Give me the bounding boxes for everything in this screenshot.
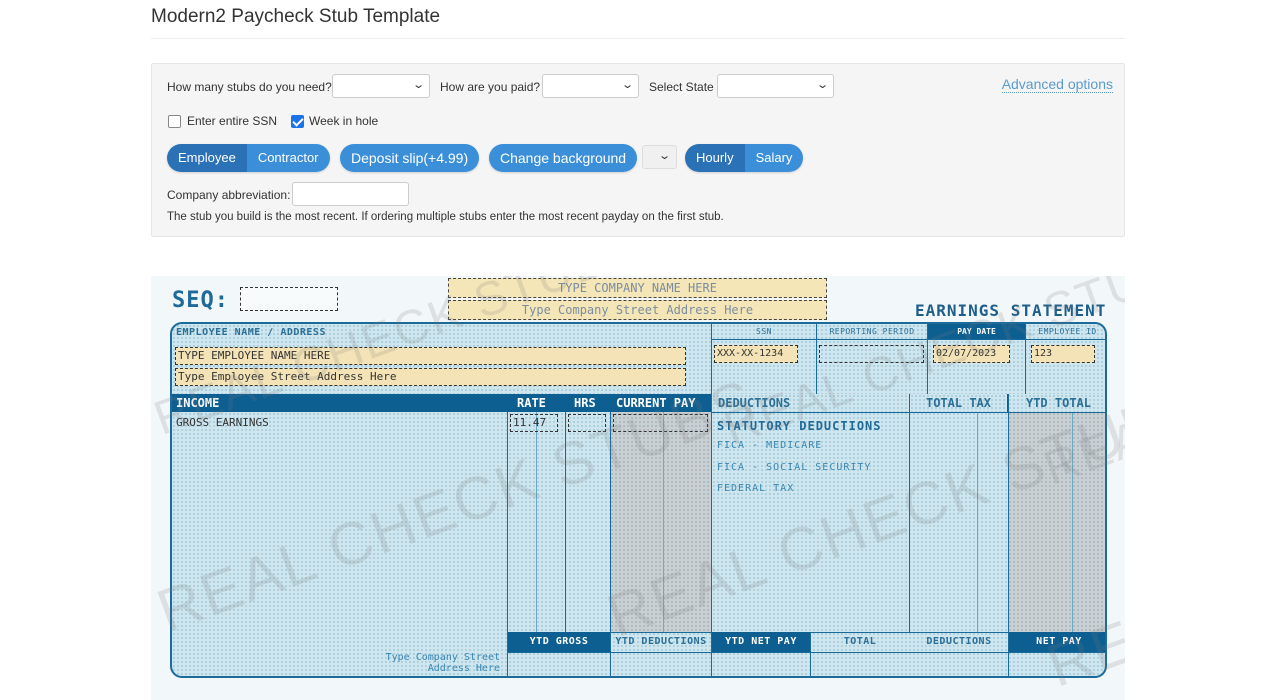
chevron-down-icon: ⌄: [657, 150, 671, 162]
divider: [663, 412, 664, 632]
rate-header: RATE: [517, 396, 546, 410]
income-header: INCOME: [176, 396, 220, 410]
ytd-deductions-header: YTD DEDUCTIONS: [615, 636, 707, 647]
footer-address-line: Address Here: [427, 663, 500, 674]
chevron-down-icon: ⌄: [411, 79, 425, 91]
divider: [536, 412, 537, 632]
employee-section-label: EMPLOYEE NAME / ADDRESS: [176, 327, 326, 338]
ssn-header: SSN: [756, 327, 772, 336]
current-pay-header: CURRENT PAY: [616, 396, 696, 410]
chevron-down-icon: ⌄: [620, 79, 634, 91]
ssn-input[interactable]: XXX-XX-1234: [714, 345, 798, 363]
hourly-button[interactable]: Hourly: [685, 144, 745, 172]
deduction-item: FEDERAL TAX: [717, 483, 795, 494]
company-address-input[interactable]: Type Company Street Address Here: [448, 300, 827, 320]
info-note: The stub you build is the most recent. I…: [167, 211, 724, 223]
page-title: Modern2 Paycheck Stub Template: [151, 6, 441, 27]
chevron-down-icon: ⌄: [815, 79, 829, 91]
enter-ssn-checkbox[interactable]: [168, 115, 181, 128]
divider: [711, 339, 1105, 340]
stub-frame: EMPLOYEE NAME / ADDRESS TYPE EMPLOYEE NA…: [170, 322, 1107, 678]
ytd-net-pay-header: YTD NET PAY: [712, 632, 810, 652]
divider: [977, 412, 978, 632]
pay-type-toggle: Hourly Salary: [685, 144, 804, 172]
reporting-period-input[interactable]: [819, 345, 924, 363]
change-background-button[interactable]: Change background: [489, 144, 638, 172]
divider: [1072, 412, 1073, 632]
deposit-slip-button[interactable]: Deposit slip(+4.99): [340, 144, 480, 172]
pay-date-header: PAY DATE: [928, 324, 1025, 339]
pay-method-select[interactable]: ⌄: [542, 74, 639, 98]
salary-button[interactable]: Salary: [744, 144, 804, 172]
state-label: Select State: [649, 80, 714, 94]
ytd-total-column: [1008, 412, 1105, 632]
week-in-hole-label: Week in hole: [309, 114, 379, 128]
state-select[interactable]: ⌄: [717, 74, 834, 98]
current-pay-input[interactable]: [613, 414, 708, 432]
worker-type-toggle: Employee Contractor: [167, 144, 330, 172]
options-panel: How many stubs do you need? ⌄ How are yo…: [151, 63, 1125, 237]
hrs-header: HRS: [574, 396, 596, 410]
employee-id-header: EMPLOYEE ID: [1038, 327, 1097, 336]
gross-earnings-label: GROSS EARNINGS: [176, 416, 269, 429]
employee-button[interactable]: Employee: [167, 144, 247, 172]
deductions-footer-header: DEDUCTIONS: [926, 636, 992, 647]
ytd-total-header: YTD TOTAL: [1008, 394, 1105, 412]
hours-input[interactable]: [568, 414, 606, 432]
employee-name-input[interactable]: TYPE EMPLOYEE NAME HERE: [175, 347, 686, 365]
footer-company-address: Type Company Street Address Here: [386, 652, 500, 674]
ytd-gross-header: YTD GROSS: [508, 632, 610, 652]
week-in-hole-checkbox[interactable]: [291, 115, 304, 128]
stubs-count-select[interactable]: ⌄: [332, 74, 430, 98]
contractor-button[interactable]: Contractor: [246, 144, 330, 172]
background-select[interactable]: ⌄: [642, 145, 677, 169]
pay-date-input[interactable]: 02/07/2023: [933, 345, 1010, 363]
employee-address-input[interactable]: Type Employee Street Address Here: [175, 368, 686, 386]
footer-address-line: Type Company Street: [385, 652, 500, 663]
current-pay-column: [610, 412, 711, 632]
employee-id-input[interactable]: 123: [1031, 345, 1095, 363]
seq-input[interactable]: [240, 287, 338, 311]
statutory-deductions-title: STATUTORY DEDUCTIONS: [717, 419, 882, 433]
pay-method-label: How are you paid?: [440, 80, 541, 94]
company-abbreviation-input[interactable]: [292, 182, 409, 206]
deductions-header: DEDUCTIONS: [712, 394, 909, 412]
enter-ssn-label: Enter entire SSN: [187, 114, 278, 128]
divider: [712, 412, 1105, 413]
divider: [565, 412, 566, 632]
total-tax-header: TOTAL TAX: [910, 394, 1007, 412]
advanced-options-link[interactable]: Advanced options: [1001, 76, 1113, 93]
deduction-item: FICA - MEDICARE: [717, 440, 823, 451]
net-pay-header: NET PAY: [1009, 632, 1105, 652]
stubs-count-label: How many stubs do you need?: [167, 80, 332, 94]
divider: [909, 394, 910, 632]
company-name-input[interactable]: TYPE COMPANY NAME HERE: [448, 278, 827, 298]
reporting-period-header: REPORTING PERIOD: [829, 327, 915, 336]
earnings-statement-title: EARNINGS STATEMENT: [915, 301, 1107, 320]
rate-input[interactable]: 11.47: [510, 414, 558, 432]
total-header: TOTAL: [843, 636, 877, 647]
company-abbreviation-label: Company abbreviation:: [167, 188, 291, 202]
seq-label: SEQ:: [172, 288, 229, 313]
title-divider: [151, 38, 1125, 39]
deduction-item: FICA - SOCIAL SECURITY: [717, 462, 872, 473]
divider: [507, 652, 1105, 653]
paystub-preview: SEQ: TYPE COMPANY NAME HERE Type Company…: [151, 276, 1125, 700]
